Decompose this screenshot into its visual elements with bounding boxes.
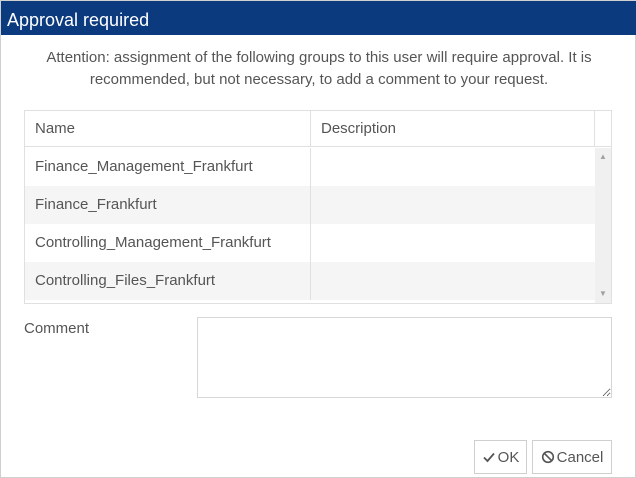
table-row[interactable]: Controlling_Management_Frankfurt xyxy=(25,224,595,262)
dialog-titlebar: Approval required xyxy=(1,1,636,35)
header-scroll-spacer xyxy=(595,111,611,147)
cell-name: Controlling_Management_Frankfurt xyxy=(25,224,311,262)
check-icon xyxy=(483,452,495,463)
cell-description xyxy=(311,148,595,186)
dialog-title: Approval required xyxy=(7,10,150,30)
approval-message: Attention: assignment of the following g… xyxy=(46,49,592,88)
comment-textarea[interactable] xyxy=(197,317,612,398)
cancel-button-label: Cancel xyxy=(556,448,604,466)
table-row[interactable]: Controlling_Files_Frankfurt xyxy=(25,262,595,300)
ban-icon xyxy=(541,450,554,464)
ok-button[interactable]: OK xyxy=(474,440,527,474)
groups-table: Name Description Finance_Management_Fran… xyxy=(24,110,612,304)
cell-name: Finance_Frankfurt xyxy=(25,186,311,224)
cell-description xyxy=(311,224,595,262)
table-header: Name Description xyxy=(25,111,611,147)
cell-name: Finance_Management_Frankfurt xyxy=(25,148,311,186)
cell-description xyxy=(311,262,595,300)
column-header-name[interactable]: Name xyxy=(25,111,311,147)
cancel-button[interactable]: Cancel xyxy=(532,440,612,474)
cell-description xyxy=(311,186,595,224)
ok-button-label: OK xyxy=(497,448,520,466)
scroll-up-arrow-icon[interactable]: ▲ xyxy=(595,150,611,164)
column-header-description[interactable]: Description xyxy=(311,111,595,147)
scroll-down-arrow-icon[interactable]: ▼ xyxy=(595,287,611,301)
table-body: Finance_Management_Frankfurt Finance_Fra… xyxy=(25,148,595,303)
table-scrollbar[interactable]: ▲ ▼ xyxy=(595,148,611,303)
approval-dialog: Approval required Attention: assignment … xyxy=(0,0,636,478)
cell-name: Controlling_Files_Frankfurt xyxy=(25,262,311,300)
table-row[interactable]: Finance_Management_Frankfurt xyxy=(25,148,595,186)
comment-label: Comment xyxy=(24,320,90,337)
table-row[interactable]: Finance_Frankfurt xyxy=(25,186,595,224)
